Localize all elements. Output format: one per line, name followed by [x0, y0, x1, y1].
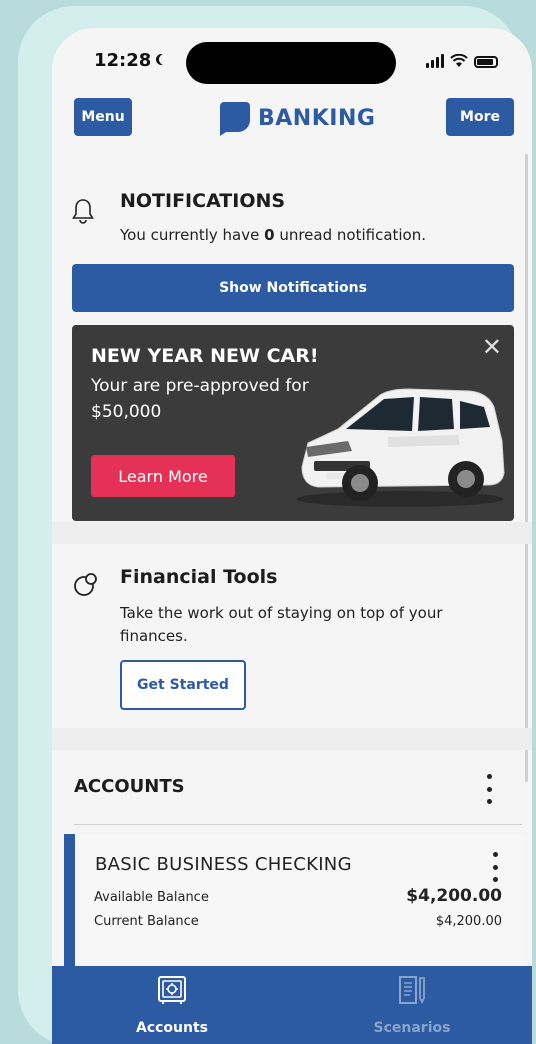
car-image — [296, 388, 505, 507]
notifications-text-after: unread notification. — [274, 226, 427, 244]
learn-more-button[interactable]: Learn More — [91, 455, 235, 497]
promo-banner: NEW YEAR NEW CAR! Your are pre-approved … — [72, 325, 514, 521]
status-time: 12:28 — [94, 50, 170, 71]
account-more-icon[interactable] — [490, 852, 500, 882]
brand-name: BANKING — [258, 106, 376, 131]
scrollbar[interactable] — [525, 154, 528, 782]
signal-icon — [426, 54, 444, 68]
show-notifications-label: Show Notifications — [219, 280, 367, 296]
tab-accounts-label: Accounts — [135, 1020, 208, 1036]
document-pen-icon — [399, 976, 425, 1005]
financial-tools-icon — [74, 573, 97, 596]
account-card[interactable]: BASIC BUSINESS CHECKING Available Balanc… — [64, 834, 524, 966]
more-button-label: More — [460, 109, 500, 125]
notifications-summary: You currently have 0 unread notification… — [120, 226, 426, 244]
more-button[interactable]: More — [446, 98, 514, 136]
financial-tools-title: Financial Tools — [120, 566, 278, 588]
accounts-divider — [74, 824, 522, 825]
account-name: BASIC BUSINESS CHECKING — [95, 854, 352, 875]
promo-title: NEW YEAR NEW CAR! — [91, 345, 319, 367]
wifi-icon — [450, 54, 468, 67]
show-notifications-button[interactable]: Show Notifications — [72, 264, 514, 312]
current-balance-value: $4,200.00 — [435, 914, 502, 929]
status-icons — [426, 54, 498, 68]
financial-tools-text: Take the work out of staying on top of y… — [120, 604, 443, 645]
app-screen: 12:28 Menu BANKING More NOTIFICATIONS Yo… — [52, 28, 532, 1044]
learn-more-label: Learn More — [118, 466, 208, 486]
account-accent-bar — [64, 834, 75, 966]
menu-button-label: Menu — [81, 109, 125, 125]
status-time-text: 12:28 — [94, 50, 152, 71]
tab-scenarios[interactable]: Scenarios — [292, 966, 532, 1044]
available-balance-label: Available Balance — [94, 890, 209, 905]
battery-icon — [474, 56, 498, 68]
bell-icon — [72, 199, 94, 224]
vault-icon — [158, 976, 186, 1004]
accounts-more-icon[interactable] — [484, 774, 494, 804]
tab-accounts[interactable]: Accounts — [52, 966, 292, 1044]
available-balance-value: $4,200.00 — [406, 886, 502, 906]
get-started-button[interactable]: Get Started — [120, 660, 246, 710]
section-divider — [52, 728, 532, 750]
moon-icon — [159, 54, 170, 65]
phone-frame: 12:28 Menu BANKING More NOTIFICATIONS Yo… — [18, 6, 532, 1044]
get-started-label: Get Started — [137, 677, 229, 693]
bank-logo-icon — [220, 102, 250, 136]
section-divider — [52, 522, 532, 544]
menu-button[interactable]: Menu — [74, 98, 132, 136]
unread-count: 0 — [264, 226, 275, 244]
notifications-text-before: You currently have — [120, 226, 265, 244]
notifications-title: NOTIFICATIONS — [120, 190, 286, 212]
dynamic-island — [186, 42, 396, 84]
tab-scenarios-label: Scenarios — [373, 1020, 451, 1036]
current-balance-label: Current Balance — [94, 914, 199, 929]
accounts-title: ACCOUNTS — [74, 776, 185, 797]
bottom-tab-bar: Accounts Scenarios — [52, 966, 532, 1044]
close-icon[interactable]: ✕ — [482, 333, 502, 361]
